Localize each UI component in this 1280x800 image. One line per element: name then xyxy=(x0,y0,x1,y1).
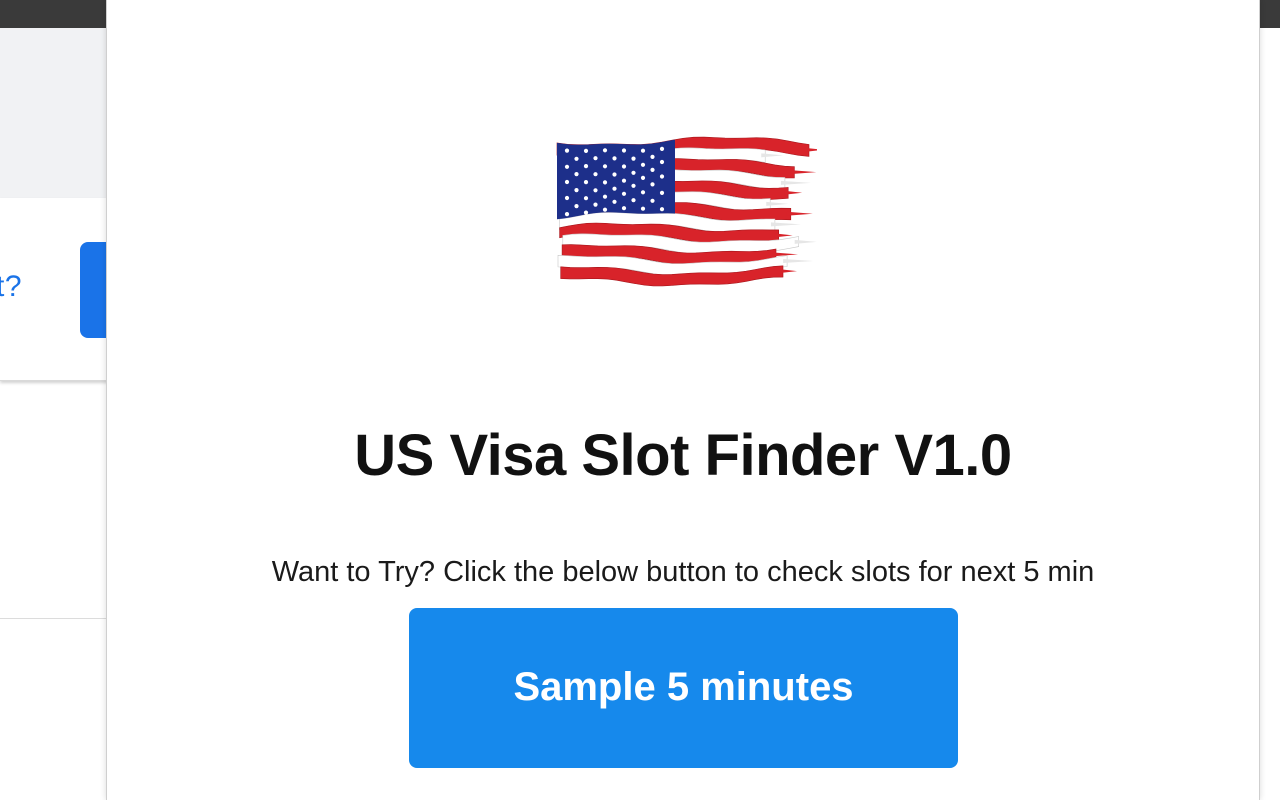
flag-star xyxy=(650,154,655,159)
flag-star xyxy=(574,204,579,209)
background-page-divider xyxy=(0,618,120,619)
flag-star xyxy=(583,164,589,169)
flag-star xyxy=(621,178,627,183)
flag-star xyxy=(593,172,598,177)
flag-star xyxy=(621,206,627,211)
flag-star xyxy=(640,175,646,180)
flag-torn-edge xyxy=(786,211,813,216)
flag-star xyxy=(574,156,579,161)
flag-star xyxy=(574,172,579,177)
flag-star xyxy=(564,212,570,217)
flag-star xyxy=(612,186,617,191)
flag-star xyxy=(564,148,570,153)
flag-torn-edge xyxy=(794,239,817,244)
flag-star xyxy=(640,206,646,211)
flag-star xyxy=(659,159,665,165)
flag-star xyxy=(612,156,617,161)
flag-star xyxy=(593,156,598,161)
sample-5-minutes-button[interactable]: Sample 5 minutes xyxy=(409,608,958,768)
app-title: US Visa Slot Finder V1.0 xyxy=(354,423,1012,488)
flag-star xyxy=(640,148,646,153)
flag-star xyxy=(612,172,617,177)
flag-star xyxy=(593,188,598,193)
flag-torn-edge xyxy=(805,147,817,152)
flag-torn-edge xyxy=(774,233,793,238)
flag-canton-field xyxy=(557,139,675,220)
trial-description: Want to Try? Click the below button to c… xyxy=(271,556,1095,588)
flag-star xyxy=(583,210,589,215)
flag-star xyxy=(650,167,655,172)
flag-star xyxy=(583,180,589,185)
flag-star xyxy=(602,194,608,199)
extension-popup: US Visa Slot Finder V1.0 Want to Try? Cl… xyxy=(106,0,1260,800)
flag-star xyxy=(602,148,608,153)
flag-star xyxy=(602,180,608,185)
screen: t? US Visa Slot Finder V1.0 Want to Try?… xyxy=(0,0,1280,800)
flag-star xyxy=(640,162,646,167)
flag-star xyxy=(631,170,636,175)
flag-torn-edge xyxy=(780,180,811,185)
flag-star xyxy=(659,146,665,151)
flag-star xyxy=(659,190,665,195)
background-page-right-edge xyxy=(1258,0,1280,800)
flag-torn-edge xyxy=(790,170,817,175)
flag-torn-edge xyxy=(770,222,801,227)
flag-torn-edge xyxy=(784,190,803,195)
flag-star xyxy=(631,156,636,161)
flag-star xyxy=(640,190,646,195)
flag-star xyxy=(583,148,589,153)
flag-star xyxy=(564,179,570,185)
browser-toolbar-right xyxy=(1258,0,1280,28)
flag-star xyxy=(564,164,570,169)
flag-star xyxy=(659,174,665,179)
flag-star xyxy=(659,207,665,212)
flag-torn-edge xyxy=(766,201,789,206)
background-page-link[interactable]: t? xyxy=(0,270,22,304)
flag-star xyxy=(621,164,627,169)
flag-torn-edge xyxy=(761,153,784,158)
flag-star xyxy=(631,183,636,188)
flag-star xyxy=(602,207,608,212)
flag-star xyxy=(621,148,627,153)
flag-star xyxy=(574,188,579,193)
flag-star xyxy=(593,202,598,207)
flag-canton xyxy=(557,139,675,220)
flag-star xyxy=(583,196,589,201)
flag-star xyxy=(650,182,655,187)
flag-star xyxy=(631,198,636,203)
flag-torn-edge xyxy=(779,269,798,274)
us-flag-icon xyxy=(556,136,817,287)
flag-star xyxy=(564,195,570,201)
flag-star xyxy=(602,164,608,169)
flag-star xyxy=(621,191,627,196)
flag-star xyxy=(650,198,655,203)
flag-star xyxy=(612,199,617,204)
flag-torn-edge xyxy=(783,259,814,264)
